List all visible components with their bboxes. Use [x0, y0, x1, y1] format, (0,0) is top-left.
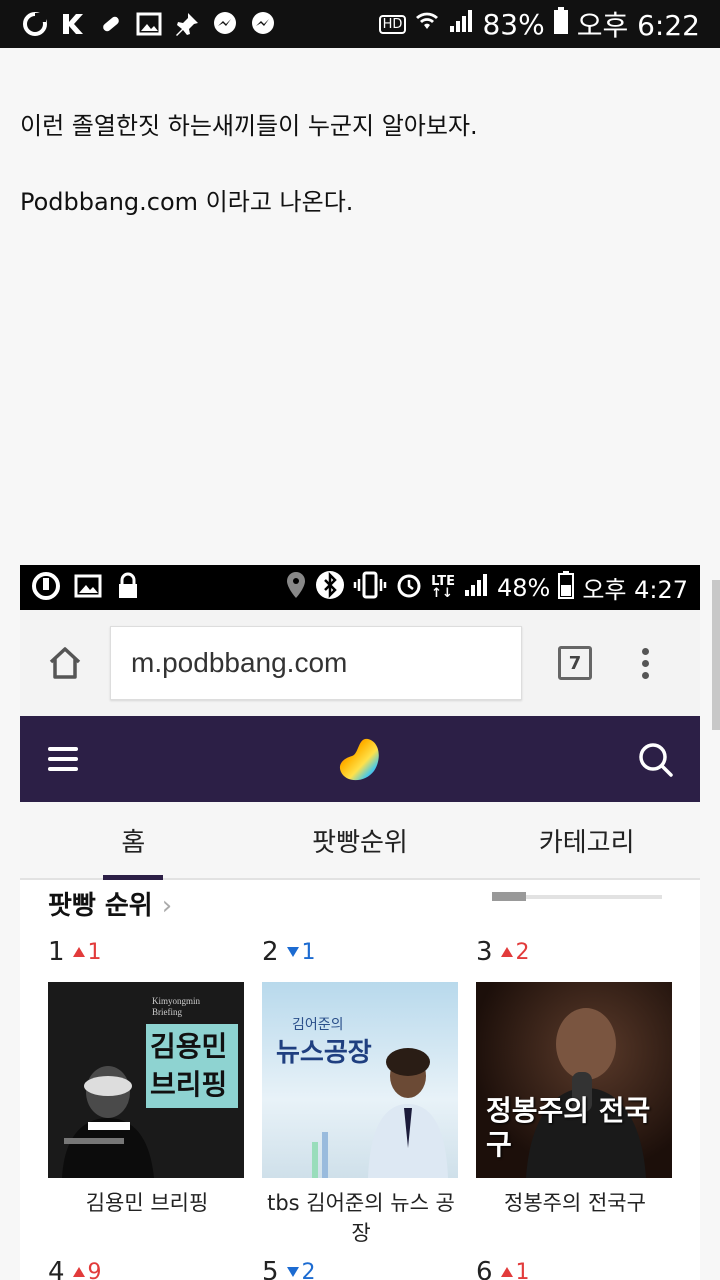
arrow-up-icon: [500, 947, 513, 957]
tab-category[interactable]: 카테고리: [473, 802, 700, 878]
podcast-thumbnail[interactable]: 정봉주의 전국구: [476, 982, 672, 1178]
rank-section-title[interactable]: 팟빵 순위 ›: [48, 885, 172, 922]
thumbnail-title: 정봉주의 전국구: [486, 1094, 651, 1161]
main-tabs: 홈 팟빵순위 카테고리: [20, 802, 700, 880]
arrow-down-icon: [286, 947, 299, 957]
tab-home[interactable]: 홈: [20, 802, 247, 880]
status-bar: HD 83% 오후 6:22: [0, 0, 720, 48]
post-line-2: Podbbang.com 이라고 나온다.: [20, 188, 354, 216]
podcast-thumbnail[interactable]: 김어준의 뉴스공장: [262, 982, 458, 1178]
rank-change-up: 1: [500, 1260, 530, 1280]
search-icon[interactable]: [638, 742, 674, 782]
rank-number: 3: [476, 937, 493, 967]
battery-percent: 48%: [496, 573, 551, 602]
podcast-title[interactable]: 정봉주의 전국구: [476, 1188, 674, 1218]
signal-icon: [463, 572, 489, 604]
clock: 오후 4:27: [582, 576, 688, 604]
rank-item[interactable]: 2 1 김어준의 뉴스공장 tbs 김어준의 뉴스 공장: [262, 930, 460, 1248]
messenger-icon: [212, 11, 238, 37]
k-app-icon: [60, 11, 86, 37]
lock-icon: [116, 572, 140, 604]
lte-icon: LTE ↑↓: [431, 573, 455, 601]
rank-item[interactable]: 5 2: [262, 1250, 460, 1280]
battery-percent: 83%: [482, 7, 545, 41]
rank-change-up: 2: [500, 940, 530, 965]
rank-item[interactable]: 6 1: [476, 1250, 674, 1280]
thumbnail-subtitle: Kimyongmin Briefing: [152, 996, 201, 1017]
rank-item[interactable]: 4 9: [48, 1250, 246, 1280]
vibrate-icon: [353, 571, 387, 605]
arrow-down-icon: [286, 1267, 299, 1277]
site-header: [20, 716, 700, 802]
pin-icon: [174, 11, 200, 37]
u-app-icon: [32, 571, 60, 604]
rank-change-up: 1: [72, 940, 102, 965]
arrow-up-icon: [72, 947, 85, 957]
arrow-up-icon: [72, 1267, 85, 1277]
rank-change-down: 1: [286, 940, 316, 965]
rank-section-label: 팟빵 순위: [48, 891, 153, 921]
podcast-thumbnail[interactable]: Kimyongmin Briefing 김용민 브리핑: [48, 982, 244, 1178]
page-scrollbar[interactable]: [712, 580, 720, 730]
thumbnail-subtitle: 김어준의: [292, 1017, 344, 1033]
browser-address-bar: m.podbbang.com 7: [20, 610, 700, 716]
battery-icon: [553, 6, 569, 42]
chevron-right-icon: ›: [161, 891, 173, 921]
image-icon: [136, 11, 162, 37]
arrow-up-icon: [500, 1267, 513, 1277]
thumbnail-title: 김용민 브리핑: [150, 1030, 228, 1101]
app-notification-icon: [22, 11, 48, 37]
rank-number: 2: [262, 937, 279, 967]
clock: 오후 6:22: [576, 9, 700, 42]
rank-number: 1: [48, 937, 65, 967]
podcast-title[interactable]: tbs 김어준의 뉴스 공장: [262, 1188, 460, 1248]
home-icon[interactable]: [20, 645, 110, 681]
rank-item[interactable]: 3 2 정봉주의 전국구 정봉주의 전국구: [476, 930, 674, 1218]
battery-icon: [558, 570, 575, 605]
location-icon: [285, 571, 307, 605]
rank-number: 5: [262, 1257, 279, 1280]
bluetooth-icon: [315, 570, 345, 606]
browser-menu-icon[interactable]: [642, 647, 649, 679]
carousel-scroll-indicator: [492, 892, 662, 901]
messenger-icon-2: [250, 11, 276, 37]
hd-voice-icon: HD: [378, 14, 407, 34]
url-field[interactable]: m.podbbang.com: [110, 626, 522, 700]
rank-change-down: 2: [286, 1260, 316, 1280]
rank-change-up: 9: [72, 1260, 102, 1280]
signal-icon: [448, 8, 474, 41]
podcast-title[interactable]: 김용민 브리핑: [48, 1188, 246, 1218]
embedded-screenshot: LTE ↑↓ 48% 오후 4:27 m.podbbang.com 7 홈 팟빵…: [20, 565, 700, 1280]
rank-item[interactable]: 1 1 Kimyongmin Briefing 김용민 브리핑 김용민 브리핑: [48, 930, 246, 1218]
tab-ranking[interactable]: 팟빵순위: [247, 802, 474, 878]
podbbang-logo[interactable]: [338, 736, 384, 786]
rank-number: 4: [48, 1257, 65, 1280]
wifi-icon: [414, 8, 440, 41]
rank-number: 6: [476, 1257, 493, 1280]
embedded-status-bar: LTE ↑↓ 48% 오후 4:27: [20, 565, 700, 610]
hamburger-menu-icon[interactable]: [48, 747, 78, 771]
alarm-icon: [395, 571, 423, 605]
image-icon: [74, 572, 102, 604]
tab-switcher-button[interactable]: 7: [558, 646, 592, 680]
pill-icon: [98, 11, 124, 37]
post-line-1: 이런 졸열한짓 하는새끼들이 누군지 알아보자.: [20, 112, 478, 140]
